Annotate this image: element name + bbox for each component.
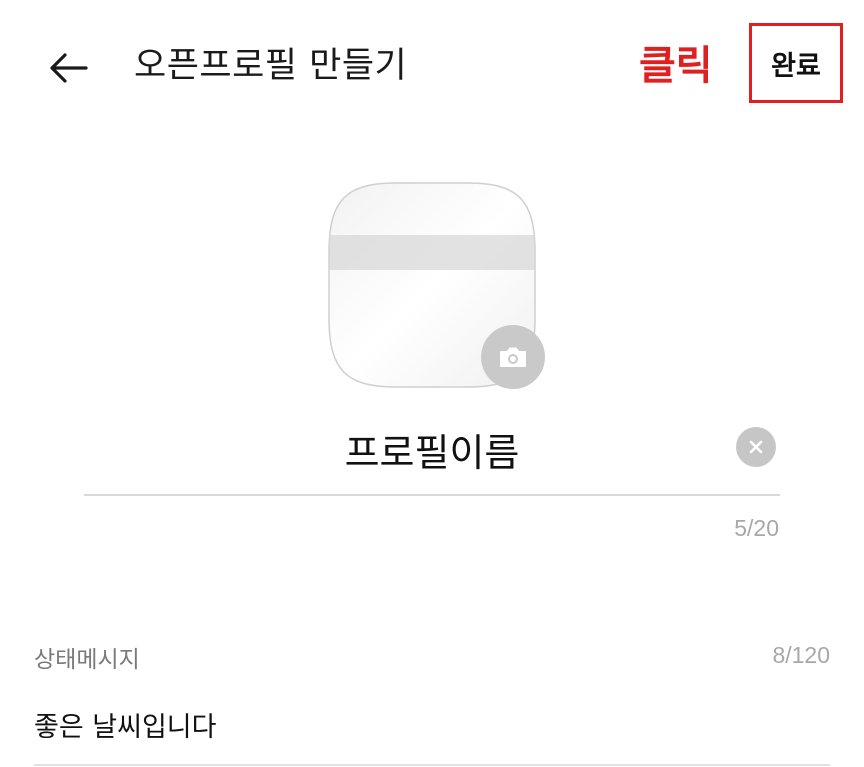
change-photo-button[interactable] [481, 325, 545, 389]
name-char-counter: 5/20 [734, 515, 779, 541]
camera-icon [500, 347, 526, 367]
profile-name-input[interactable] [84, 420, 780, 478]
clear-name-button[interactable] [736, 427, 776, 467]
open-profile-create-screen: 오픈프로필 만들기 클릭 완료 프로필이름 5/20 상태메시지 8/120 좋… [0, 0, 864, 767]
page-title: 오픈프로필 만들기 [134, 46, 408, 86]
done-button[interactable]: 완료 [749, 23, 843, 103]
done-button-label: 완료 [771, 50, 821, 82]
click-annotation: 클릭 [639, 43, 713, 89]
arrow-left-icon [50, 53, 88, 83]
clear-x-icon [749, 440, 763, 454]
back-button[interactable] [44, 44, 92, 92]
status-message-input[interactable] [34, 702, 830, 746]
name-divider [84, 494, 780, 496]
status-message-label: 상태메시지 [34, 647, 140, 673]
status-divider [34, 764, 830, 766]
status-char-counter: 8/120 [772, 642, 830, 668]
